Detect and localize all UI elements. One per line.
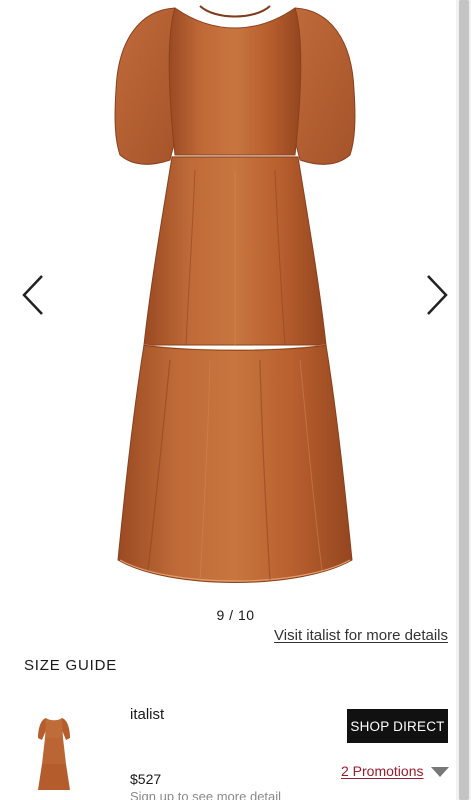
product-page: 9 / 10 Visit italist for more details SI… [0,0,471,800]
scrollbar[interactable] [456,0,471,800]
caret-down-icon[interactable] [431,767,449,777]
scrollbar-thumb[interactable] [459,0,469,800]
shop-direct-button[interactable]: SHOP DIRECT [347,709,448,743]
gallery-counter: 9 / 10 [216,607,255,623]
signup-note[interactable]: Sign up to see more detail [130,789,281,800]
image-gallery[interactable] [0,0,456,600]
chevron-left-icon[interactable] [18,272,52,318]
offer-price: $527 [130,771,162,787]
size-guide-link[interactable]: SIZE GUIDE [24,657,117,674]
retailer-name: italist [130,706,165,723]
product-image [114,5,356,583]
promotions-link[interactable]: 2 Promotions [341,763,423,779]
visit-retailer-link[interactable]: Visit italist for more details [274,627,448,644]
chevron-right-icon[interactable] [418,272,452,318]
offer-thumbnail [38,718,70,790]
